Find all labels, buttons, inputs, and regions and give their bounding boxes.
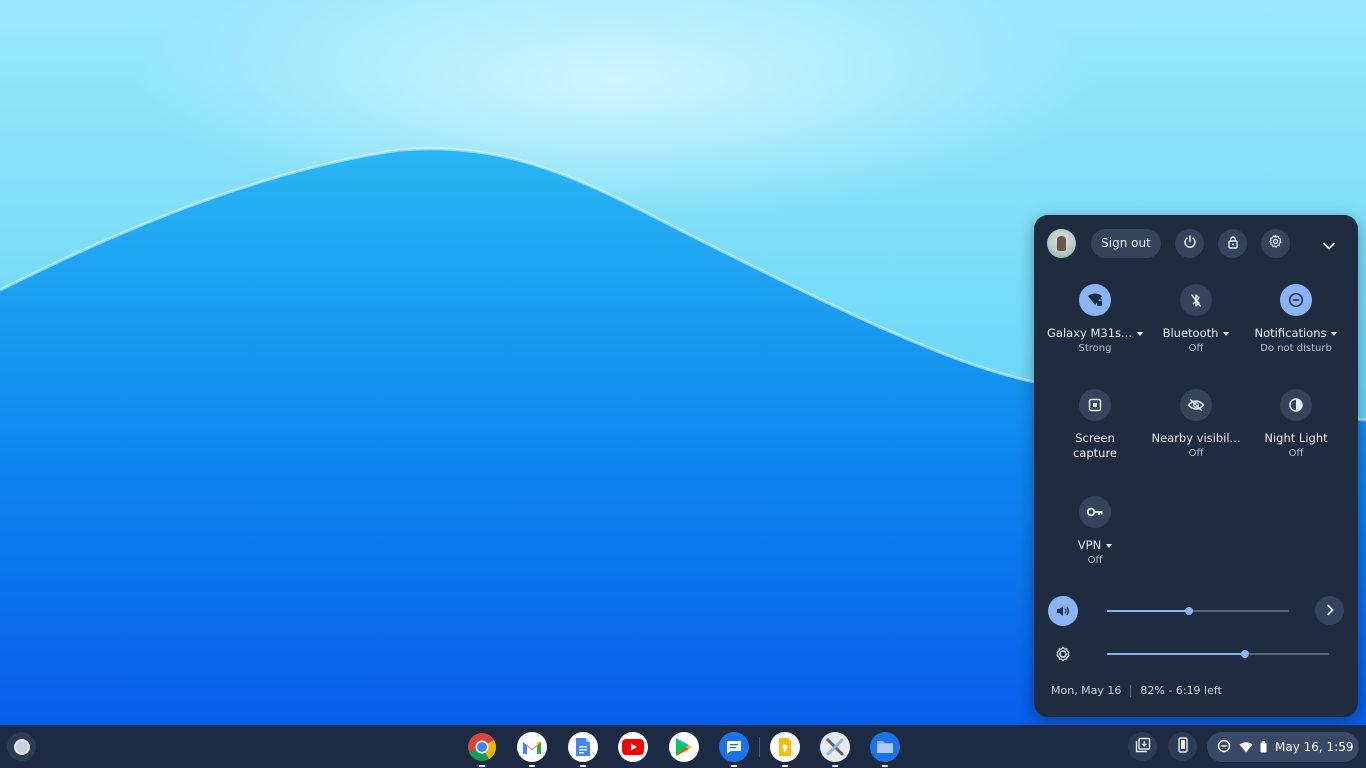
volume-slider-fill [1107,610,1189,612]
running-indicator [832,765,838,767]
shelf-app-docs[interactable] [567,731,599,767]
date-label[interactable]: Mon, May 16 [1051,684,1121,697]
running-indicator [731,765,737,767]
wifi-icon [1239,738,1253,757]
running-indicator [882,765,888,767]
gmail-icon [517,732,547,762]
sign-out-button[interactable]: Sign out [1091,229,1161,258]
notifications-dropdown-icon[interactable] [1331,331,1338,336]
wifi-tile-status: Strong [1078,343,1112,354]
nearby-visibility-tile-label: Nearby visibil... [1151,431,1241,445]
launcher-button[interactable] [7,732,36,761]
vpn-tile[interactable]: VPN Off [1045,496,1145,566]
volume-slider-thumb[interactable] [1184,607,1193,615]
clock-time: May 16, 1:59 [1275,740,1354,754]
shelf-app-keep[interactable] [769,731,801,767]
holding-space-button[interactable] [1128,732,1157,761]
bluetooth-dropdown-icon[interactable] [1223,331,1230,336]
vpn-tile-label: VPN [1077,538,1102,552]
shelf: May 16, 1:59 [0,725,1366,768]
screen-capture-tile[interactable]: Screen capture [1045,389,1145,461]
status-area-button[interactable]: May 16, 1:59 [1207,732,1359,762]
chrome-icon [467,732,497,762]
vpn-tile-status: Off [1087,555,1103,566]
shelf-app-youtube[interactable] [617,731,649,763]
volume-row [1034,596,1358,626]
quick-settings-panel: Sign out Galaxy M31s... Strong Bluetooth… [1034,215,1358,717]
phone-hub-icon [1177,736,1188,757]
settings-icon [1268,234,1283,253]
nearby-visibility-off-icon[interactable] [1180,389,1212,421]
collapse-chevron-icon [1323,235,1335,254]
audio-settings-button[interactable] [1315,596,1344,625]
collapse-button[interactable] [1317,232,1341,256]
notifications-tile-label: Notifications [1254,326,1327,340]
bluetooth-tile-label: Bluetooth [1162,326,1219,340]
screen-capture-icon[interactable] [1079,389,1111,421]
chevron-right-icon [1326,601,1334,620]
night-light-tile[interactable]: Night Light Off [1246,389,1346,459]
shelf-app-messages[interactable] [718,731,750,767]
running-indicator [782,765,788,767]
battery-icon [1260,738,1267,757]
wifi-dropdown-icon[interactable] [1136,331,1143,336]
wifi-locked-icon[interactable] [1079,284,1111,316]
night-light-tile-status: Off [1288,448,1304,459]
running-indicator [479,765,485,767]
nearby-visibility-tile-status: Off [1188,448,1204,459]
brightness-icon [1048,639,1078,669]
brightness-row [1034,639,1358,669]
do-not-disturb-icon[interactable] [1280,284,1312,316]
lock-icon [1226,234,1240,253]
shelf-app-gmail[interactable] [516,731,548,767]
vpn-key-icon[interactable] [1079,496,1111,528]
power-icon [1183,234,1197,253]
settings-button[interactable] [1261,229,1290,258]
bluetooth-tile-status: Off [1188,343,1204,354]
notifications-tile[interactable]: Notifications Do not disturb [1246,284,1346,354]
play-store-icon [669,732,699,762]
docs-icon [568,732,598,762]
quick-settings-header: Sign out [1034,215,1358,273]
brightness-slider-fill [1107,653,1245,655]
running-indicator [580,765,586,767]
running-indicator [529,765,535,767]
footer-divider [1130,684,1132,697]
youtube-icon [618,732,648,762]
wifi-tile[interactable]: Galaxy M31s... Strong [1045,284,1145,354]
quick-settings-footer: Mon, May 16 82% - 6:19 left [1051,684,1222,697]
brightness-slider-thumb[interactable] [1240,650,1249,658]
user-avatar[interactable] [1047,229,1076,258]
holding-space-icon [1135,737,1151,757]
vpn-dropdown-icon[interactable] [1106,543,1113,548]
keep-icon [770,732,800,762]
night-light-tile-label: Night Light [1264,431,1328,445]
bluetooth-tile[interactable]: Bluetooth Off [1146,284,1246,354]
nearby-visibility-tile[interactable]: Nearby visibil... Off [1146,389,1246,459]
bluetooth-off-icon[interactable] [1180,284,1212,316]
wifi-tile-label: Galaxy M31s... [1047,326,1132,340]
files-icon [870,732,900,762]
do-not-disturb-icon [1217,738,1231,757]
volume-slider[interactable] [1107,607,1289,615]
shelf-app-chrome[interactable] [466,731,498,767]
lock-button[interactable] [1218,229,1247,258]
night-light-icon[interactable] [1280,389,1312,421]
screen-capture-tile-label: Screen capture [1072,431,1118,460]
shelf-app-play-store[interactable] [668,731,700,763]
notifications-tile-status: Do not disturb [1260,343,1332,354]
shelf-app-files[interactable] [869,731,901,767]
volume-icon[interactable] [1048,596,1078,626]
shelf-app-tools[interactable] [819,731,851,767]
messages-icon [719,732,749,762]
phone-hub-button[interactable] [1168,732,1197,761]
power-button[interactable] [1175,229,1204,258]
tools-icon [820,732,850,762]
brightness-slider[interactable] [1107,650,1329,658]
shelf-separator [759,737,760,757]
battery-status[interactable]: 82% - 6:19 left [1140,684,1221,697]
